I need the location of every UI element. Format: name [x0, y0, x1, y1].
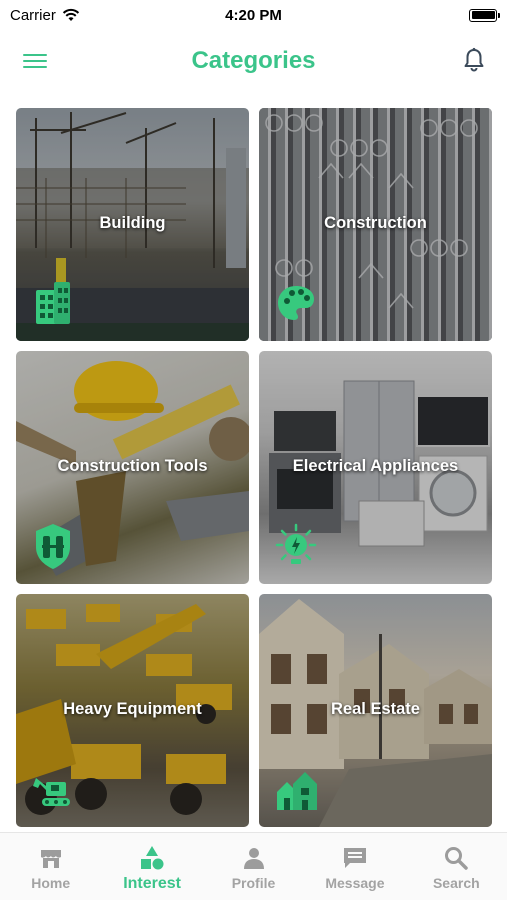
lightbulb-icon — [275, 523, 317, 564]
category-card-heavy-equipment[interactable]: Heavy Equipment — [16, 594, 249, 827]
tab-home[interactable]: Home — [0, 833, 101, 900]
category-card-construction[interactable]: Construction — [259, 108, 492, 341]
category-card-construction-tools[interactable]: Construction Tools — [16, 351, 249, 584]
tab-search[interactable]: Search — [406, 833, 507, 900]
nav-bar: Categories — [0, 30, 507, 92]
page-title: Categories — [191, 47, 316, 74]
hamburger-line — [23, 53, 47, 57]
person-icon — [243, 848, 264, 869]
category-card-electrical-appliances[interactable]: Electrical Appliances — [259, 351, 492, 584]
palette-icon — [278, 286, 314, 320]
category-card-real-estate[interactable]: Real Estate — [259, 594, 492, 827]
category-card-building[interactable]: Building — [16, 108, 249, 341]
excavator-icon — [33, 778, 70, 806]
hamburger-line — [23, 65, 47, 69]
category-grid: Building Construction Construction Tools… — [16, 108, 492, 827]
store-icon — [40, 850, 61, 868]
wifi-icon — [62, 8, 79, 21]
tools-badge-icon — [36, 524, 70, 569]
tab-bar: Home Interest Profile Message Search — [0, 832, 507, 900]
shapes-icon — [141, 846, 164, 870]
carrier-label: Carrier — [10, 6, 56, 24]
bell-icon[interactable] — [459, 45, 489, 75]
category-label: Real Estate — [331, 700, 420, 718]
category-label: Heavy Equipment — [63, 700, 202, 718]
category-label: Electrical Appliances — [292, 457, 459, 475]
tab-profile[interactable]: Profile — [203, 833, 304, 900]
tab-label: Message — [325, 875, 385, 891]
houses-icon — [277, 772, 317, 810]
category-label: Building — [99, 214, 166, 232]
tab-label: Interest — [123, 875, 181, 892]
battery-icon — [469, 8, 500, 22]
category-label: Construction — [324, 214, 427, 232]
menu-button[interactable] — [22, 48, 48, 74]
search-icon — [445, 847, 469, 870]
hamburger-line — [23, 59, 47, 63]
status-left: Carrier — [10, 7, 80, 24]
status-bar: Carrier 4:20 PM — [0, 0, 507, 30]
tab-message[interactable]: Message — [304, 833, 405, 900]
building-icon — [36, 282, 70, 324]
category-label: Construction Tools — [57, 457, 208, 475]
chat-icon — [343, 848, 366, 868]
tab-label: Search — [432, 875, 480, 891]
tab-label: Home — [31, 875, 71, 891]
tab-interest[interactable]: Interest — [101, 833, 202, 900]
tab-label: Profile — [231, 875, 276, 891]
